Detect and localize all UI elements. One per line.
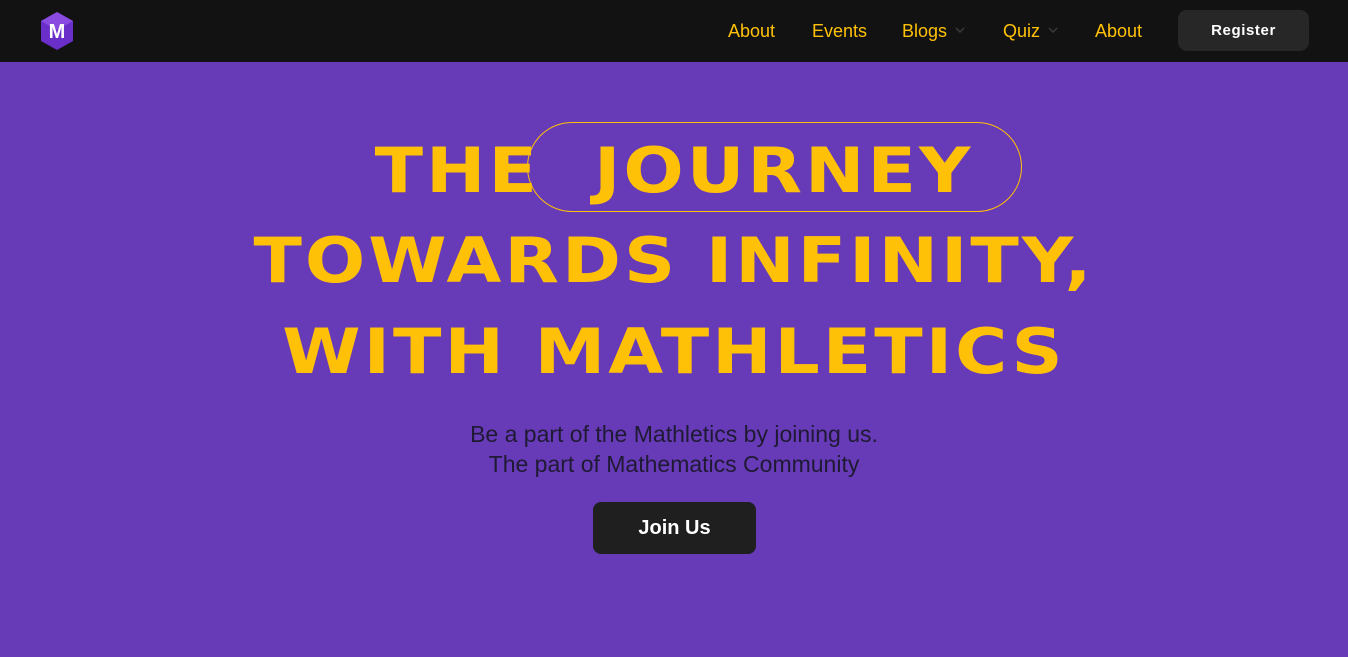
chevron-down-icon bbox=[1048, 27, 1058, 34]
nav-link-blogs[interactable]: Blogs bbox=[902, 19, 965, 43]
nav-link-blogs-label: Blogs bbox=[902, 21, 948, 41]
chevron-down-icon bbox=[955, 27, 965, 34]
navbar: M About Events Blogs Quiz About Register bbox=[0, 0, 1348, 62]
nav-link-quiz-label: Quiz bbox=[1003, 21, 1041, 41]
mathletics-logo-icon[interactable]: M bbox=[39, 11, 75, 51]
nav-link-events[interactable]: Events bbox=[812, 19, 867, 43]
hero-subtitle-2: The part of Mathematics Community bbox=[488, 451, 860, 477]
hero-title-journey: JOURNEY bbox=[593, 133, 974, 208]
svg-text:M: M bbox=[49, 21, 66, 43]
nav-link-about-2[interactable]: About bbox=[1095, 19, 1142, 43]
hero-subtitle-1: Be a part of the Mathletics by joining u… bbox=[470, 421, 878, 447]
hero-title-line-3: WITH MATHLETICS bbox=[282, 314, 1066, 389]
hero-title-line-1: THE JOURNEY bbox=[0, 134, 1348, 207]
nav-link-quiz[interactable]: Quiz bbox=[1003, 19, 1058, 43]
hero-title-line-2: TOWARDS INFINITY, bbox=[253, 223, 1095, 298]
register-button[interactable]: Register bbox=[1178, 10, 1309, 51]
hero-title-the: THE bbox=[374, 133, 540, 208]
join-us-button[interactable]: Join Us bbox=[593, 502, 756, 554]
nav-link-about[interactable]: About bbox=[728, 19, 775, 43]
